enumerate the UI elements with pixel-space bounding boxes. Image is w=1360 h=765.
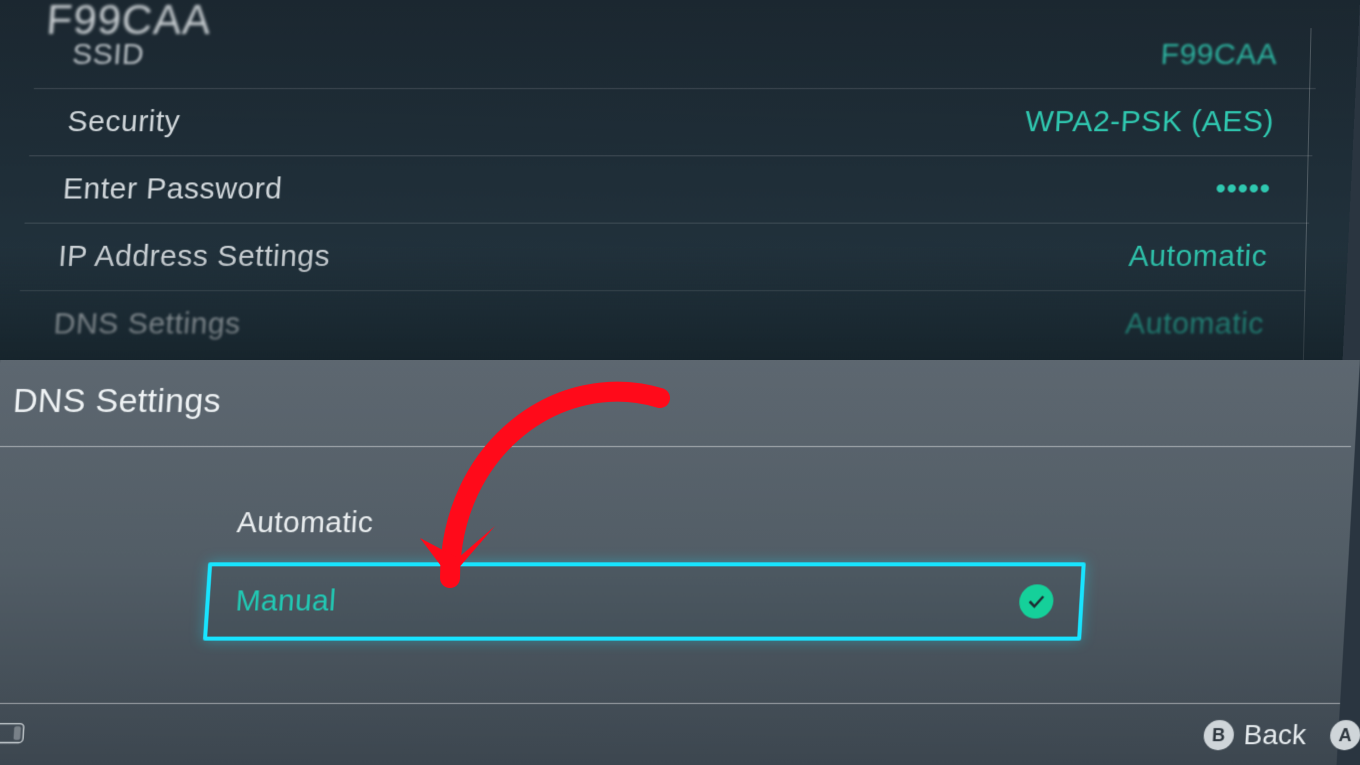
option-automatic[interactable]: Automatic [208,484,1090,562]
option-label: Manual [234,584,337,618]
hint-label: Back [1243,719,1307,751]
hint-back[interactable]: B Back [1203,719,1307,751]
modal-title: DNS Settings [12,382,222,421]
row-label: DNS Settings [53,307,242,341]
checkmark-icon [1018,584,1054,618]
option-label: Automatic [236,506,375,540]
network-settings-background: F99CAA SSID F99CAA Security WPA2-PSK (AE… [0,0,1360,362]
row-value: WPA2-PSK (AES) [1024,105,1274,139]
row-ssid[interactable]: SSID F99CAA [34,22,1319,88]
b-button-icon: B [1203,720,1235,750]
row-value: Automatic [1128,240,1268,274]
button-hints: B Back A [1203,719,1360,751]
row-label: Enter Password [62,172,284,206]
row-security[interactable]: Security WPA2-PSK (AES) [29,88,1315,155]
row-label: IP Address Settings [57,240,331,274]
dns-options-list: Automatic Manual [203,484,1091,641]
row-ip-address[interactable]: IP Address Settings Automatic [20,223,1309,291]
row-value: F99CAA [1160,38,1278,72]
controller-icon [0,719,27,752]
dns-settings-modal: DNS Settings Automatic Manual B Back [0,360,1360,765]
option-manual[interactable]: Manual [203,562,1086,640]
footer-bar: B Back A [0,704,1340,765]
row-value: ••••• [1215,172,1272,206]
hint-ok[interactable]: A [1329,720,1360,750]
row-dns[interactable]: DNS Settings Automatic [15,290,1306,358]
row-label: SSID [71,38,145,72]
row-label: Security [66,105,181,139]
divider [0,446,1351,447]
settings-list: SSID F99CAA Security WPA2-PSK (AES) Ente… [15,22,1319,358]
row-value: Automatic [1124,307,1264,341]
a-button-icon: A [1329,720,1360,750]
row-password[interactable]: Enter Password ••••• [25,155,1313,222]
